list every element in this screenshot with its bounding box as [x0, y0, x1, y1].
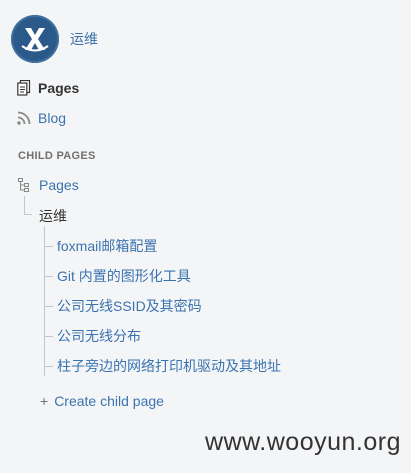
child-page-label: 公司无线SSID及其密码 [57, 298, 202, 314]
plus-icon: + [40, 393, 49, 409]
create-child-page-label: Create child page [54, 393, 164, 409]
child-page-label: foxmail邮箱配置 [57, 238, 158, 254]
tree-root-pages[interactable]: Pages [18, 177, 79, 193]
tree-connector [24, 196, 25, 214]
child-page-label: Git 内置的图形化工具 [57, 268, 191, 284]
sidebar-item-pages-label: Pages [38, 80, 80, 96]
child-page-link[interactable]: 公司无线分布 [45, 326, 141, 346]
child-page-link[interactable]: foxmail邮箱配置 [45, 236, 157, 256]
child-page-link[interactable]: 柱子旁边的网络打印机驱动及其地址 [45, 356, 281, 376]
tree-root-label: Pages [39, 177, 79, 193]
rss-icon [16, 110, 32, 126]
child-pages-heading: CHILD PAGES [18, 150, 96, 162]
space-logo-icon[interactable] [11, 15, 59, 63]
sidebar-item-blog[interactable]: Blog [16, 110, 66, 126]
tree-connector [24, 214, 32, 215]
child-page-link[interactable]: Git 内置的图形化工具 [45, 266, 191, 286]
child-page-label: 柱子旁边的网络打印机驱动及其地址 [57, 358, 281, 374]
page-tree-icon [18, 178, 32, 192]
sidebar-item-blog-label: Blog [38, 110, 67, 126]
child-page-link[interactable]: 公司无线SSID及其密码 [45, 296, 202, 316]
space-name-link[interactable]: 运维 [70, 29, 98, 49]
child-page-label: 公司无线分布 [57, 328, 141, 344]
sidebar-item-pages[interactable]: Pages [16, 80, 79, 96]
space-header: 运维 [11, 15, 98, 63]
watermark: www.wooyun.org [205, 428, 401, 456]
pages-icon [16, 80, 32, 96]
create-child-page-button[interactable]: + Create child page [40, 393, 164, 409]
current-page-title: 运维 [39, 208, 67, 224]
